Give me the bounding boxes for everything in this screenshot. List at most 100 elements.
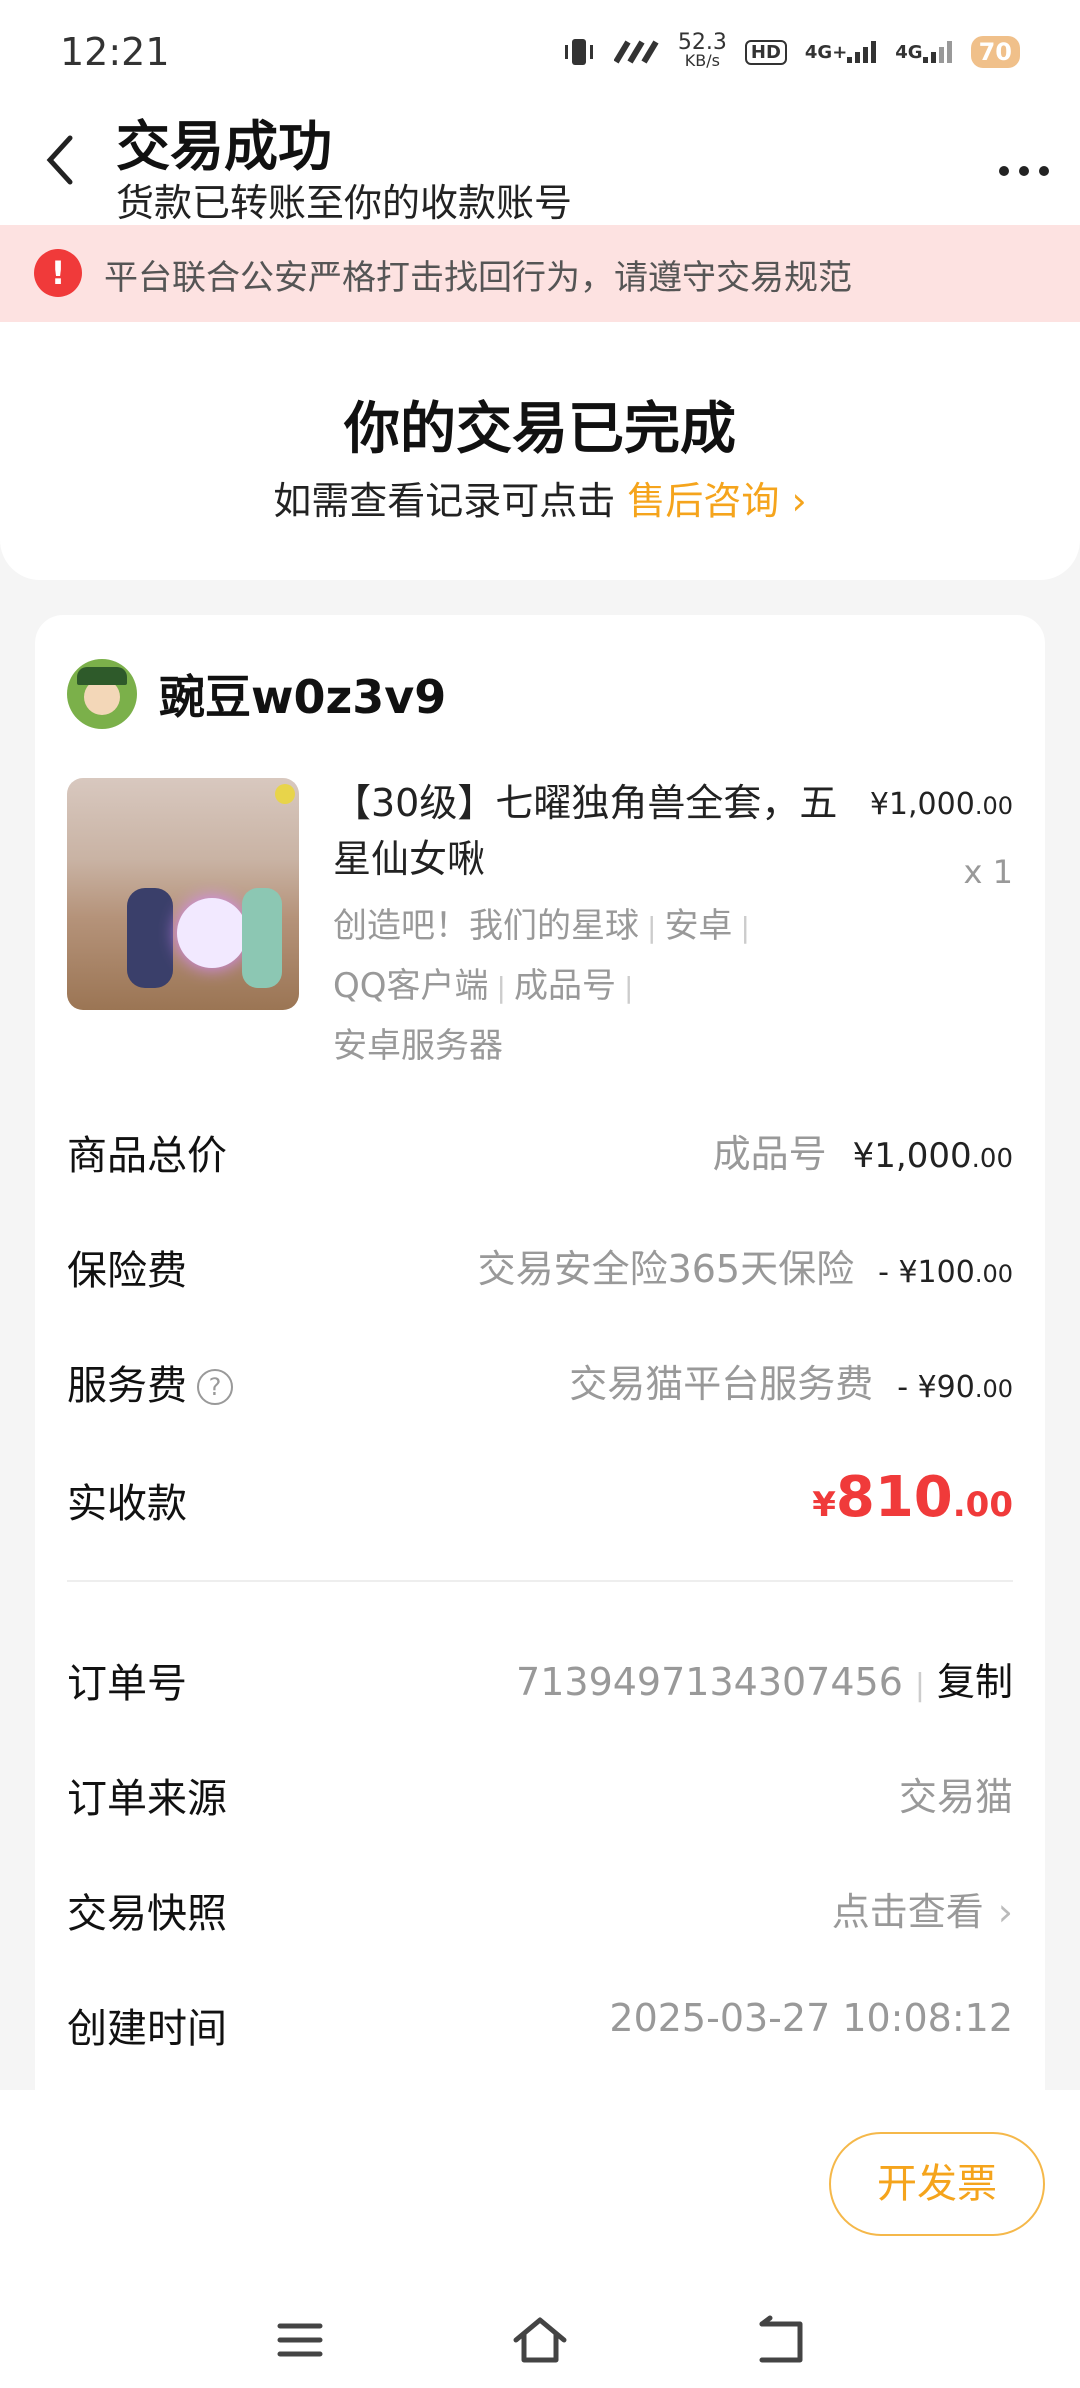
back-icon	[759, 2315, 803, 2363]
total-price-int: ¥1,000	[852, 1136, 972, 1176]
service-fee-note: 交易猫平台服务费	[569, 1362, 874, 1406]
net-speed-unit: KB/s	[684, 51, 720, 70]
nav-back-button[interactable]	[750, 2310, 810, 2370]
received-symbol: ¥	[812, 1485, 836, 1525]
signal-label-2: 4G	[895, 41, 923, 63]
completion-title: 你的交易已完成	[344, 397, 736, 462]
product-price: ¥1,000.00	[870, 787, 1013, 822]
signal-label-1: 4G+	[804, 41, 848, 63]
tag-separator: |	[496, 971, 506, 1004]
signal-icon-2: 4G	[895, 41, 952, 63]
product-tag: 安卓服务器	[333, 1026, 503, 1066]
net-speed: 52.3 KB/s	[677, 30, 727, 70]
chevron-right-icon: ›	[791, 479, 807, 523]
seller-avatar	[67, 659, 137, 729]
order-source-label: 订单来源	[67, 1776, 227, 1822]
order-source-value: 交易猫	[899, 1766, 1013, 1821]
alert-icon: !	[34, 249, 82, 297]
status-icons: 52.3 KB/s HD 4G+ 4G 70	[562, 30, 1020, 70]
thumbnail-figure	[127, 888, 173, 988]
snapshot-label: 交易快照	[67, 1891, 227, 1937]
thumbnail-unicorn	[177, 898, 247, 968]
product-tag: 创造吧！我们的星球	[333, 906, 639, 946]
page-title: 交易成功	[116, 115, 332, 178]
service-fee-amount: - ¥90.00	[897, 1370, 1013, 1405]
received-int: 810	[835, 1465, 953, 1530]
insurance-amount: - ¥100.00	[878, 1255, 1013, 1290]
insurance-value: 交易安全险365天保险 - ¥100.00	[478, 1238, 1013, 1293]
service-fee-label-wrap: 服务费?	[67, 1353, 233, 1411]
product-thumbnail[interactable]	[67, 778, 299, 1010]
tag-separator: |	[740, 911, 750, 944]
tag-separator: |	[623, 971, 634, 1004]
help-icon[interactable]: ?	[197, 1369, 233, 1405]
received-label: 实收款	[67, 1481, 187, 1527]
chevron-right-icon: ›	[997, 1890, 1013, 1934]
battery-icon: 70	[970, 36, 1020, 68]
app-header: 交易成功 货款已转账至你的收款账号	[0, 90, 1080, 225]
signal-icon-1: 4G+	[805, 41, 877, 63]
system-nav-bar	[0, 2290, 1080, 2388]
net-speed-value: 52.3	[677, 30, 727, 55]
order-source: 交易猫	[898, 1775, 1013, 1819]
snapshot-row[interactable]: 交易快照 点击查看 ›	[67, 1881, 1013, 1941]
product-tag: 成品号	[513, 966, 616, 1006]
separator: |	[914, 1668, 925, 1703]
snapshot-link[interactable]: 点击查看 ›	[832, 1881, 1013, 1936]
order-number-value: 7139497134307456 | 复制	[516, 1651, 1013, 1706]
product-price-dec: .00	[974, 792, 1013, 820]
received-row: 实收款 ¥810.00	[67, 1465, 1013, 1535]
service-fee-label: 服务费	[67, 1363, 187, 1409]
after-sales-link[interactable]: 售后咨询 ›	[627, 479, 806, 523]
total-price-value: 成品号 ¥1,000.00	[713, 1123, 1013, 1178]
total-price-label: 商品总价	[67, 1133, 227, 1179]
divider	[67, 1580, 1013, 1582]
total-price-row: 商品总价 成品号 ¥1,000.00	[67, 1123, 1013, 1183]
received-dec: .00	[952, 1485, 1013, 1525]
insurance-row: 保险费 交易安全险365天保险 - ¥100.00	[67, 1238, 1013, 1298]
order-number-label: 订单号	[67, 1661, 187, 1707]
tag-separator: |	[647, 911, 657, 944]
back-button[interactable]	[40, 130, 80, 190]
product-title[interactable]: 【30级】七曜独角兽全套，五星仙女啾	[333, 775, 873, 887]
page-subtitle: 货款已转账至你的收款账号	[116, 181, 573, 225]
created-time-label: 创建时间	[67, 2006, 227, 2052]
nav-home-button[interactable]	[510, 2310, 570, 2370]
hd-icon: HD	[744, 39, 787, 65]
more-menu-button[interactable]	[998, 142, 1050, 188]
order-number-row: 订单号 7139497134307456 | 复制	[67, 1651, 1013, 1711]
product-price-int: ¥1,000	[869, 787, 975, 822]
copy-button[interactable]: 复制	[937, 1651, 1013, 1706]
insurance-dec: .00	[974, 1260, 1013, 1288]
created-time-value: 2025-03-27 10:08:12	[609, 1996, 1013, 2040]
insurance-label: 保险费	[67, 1248, 187, 1294]
product-quantity: x 1	[963, 853, 1013, 891]
product-tag: 安卓	[664, 906, 733, 946]
seller-name: 豌豆w0z3v9	[159, 670, 447, 724]
completion-card: 你的交易已完成 如需查看记录可点击 售后咨询 ›	[0, 322, 1080, 580]
chevron-left-icon	[46, 135, 73, 185]
received-amount: ¥810.00	[812, 1465, 1013, 1530]
home-icon	[513, 2317, 567, 2363]
total-price-dec: .00	[971, 1144, 1013, 1174]
insurance-note: 交易安全险365天保险	[477, 1247, 855, 1291]
status-time: 12:21	[60, 30, 170, 74]
insurance-int: - ¥100	[878, 1255, 975, 1290]
warning-text: 平台联合公安严格打击找回行为，请遵守交易规范	[104, 258, 852, 298]
service-fee-row: 服务费? 交易猫平台服务费 - ¥90.00	[67, 1353, 1013, 1413]
created-time: 2025-03-27 10:08:12	[609, 1996, 1013, 2040]
seller-info[interactable]: 豌豆w0z3v9	[67, 659, 446, 729]
product-tags: 创造吧！我们的星球 | 安卓 | QQ客户端 | 成品号 | 安卓服务器	[333, 897, 793, 1075]
service-fee-dec: .00	[974, 1375, 1013, 1403]
nav-menu-button[interactable]	[270, 2310, 330, 2370]
bottom-action-bar: 开发票	[0, 2090, 1080, 2290]
thumbnail-sun	[275, 784, 295, 804]
service-fee-int: - ¥90	[897, 1370, 975, 1405]
order-source-row: 订单来源 交易猫	[67, 1766, 1013, 1826]
completion-subtitle: 如需查看记录可点击 售后咨询 ›	[0, 470, 1080, 525]
total-price-note: 成品号	[712, 1132, 827, 1176]
network-icon	[613, 40, 660, 64]
invoice-button[interactable]: 开发票	[829, 2132, 1045, 2236]
after-sales-label: 售后咨询	[627, 479, 780, 523]
warning-banner: ! 平台联合公安严格打击找回行为，请遵守交易规范	[0, 225, 1080, 322]
